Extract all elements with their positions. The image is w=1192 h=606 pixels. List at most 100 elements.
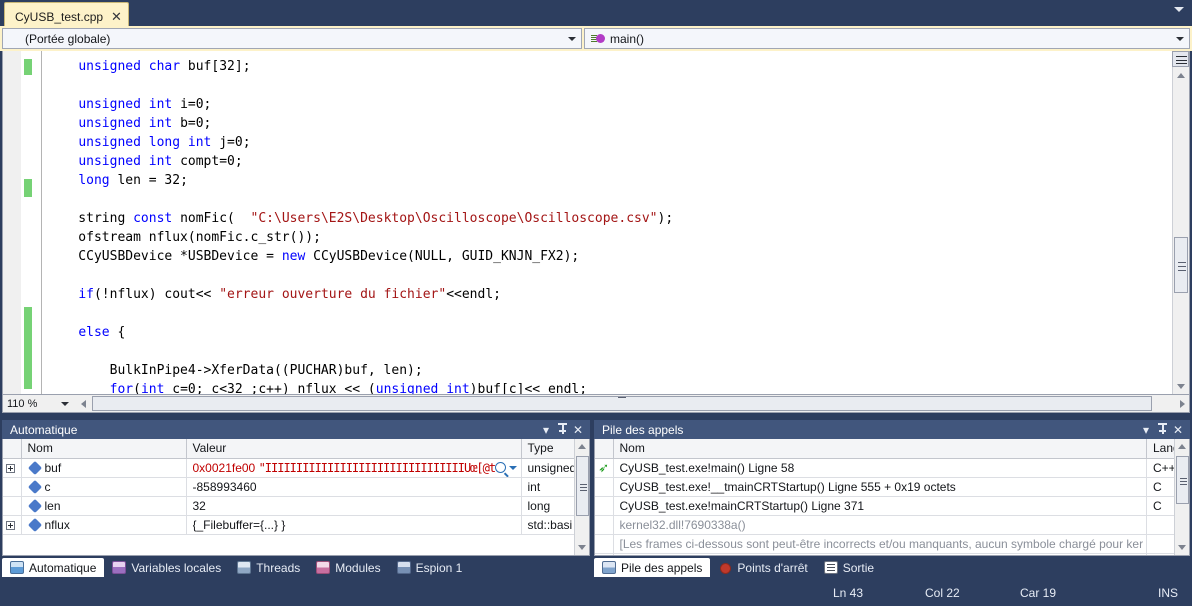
close-icon[interactable]: ✕ [1170, 423, 1186, 437]
table-row[interactable]: nflux {_Filebuffer={...} } std::basi [3, 515, 589, 535]
code-line: long len = 32; [78, 173, 188, 188]
callstack-panel: Pile des appels ▾ ✕ Nom Lang ➶ CyUSB_test… [594, 420, 1190, 556]
close-icon[interactable]: ✕ [111, 10, 122, 23]
scrollbar-thumb[interactable] [92, 396, 1152, 411]
autos-header-value[interactable]: Valeur [186, 439, 522, 459]
tool-tab-label: Pile des appels [621, 560, 703, 575]
editor-horizontal-scrollbar[interactable] [92, 396, 1174, 411]
zoom-level-label: 110 % [7, 397, 38, 410]
stack-frame-name[interactable]: CyUSB_test.exe!__tmainCRTStartup() Ligne… [613, 477, 1147, 497]
code-line: unsigned char buf[32]; [78, 59, 251, 74]
tool-tab-sortie[interactable]: Sortie [816, 558, 882, 577]
code-line: unsigned int b=0; [78, 116, 212, 131]
change-bar-marker [24, 307, 32, 389]
variable-value-cell[interactable]: {_Filebuffer={...} } [186, 515, 522, 535]
code-editor[interactable]: ➶ unsigned char buf[32]; unsigned int i=… [2, 51, 1190, 395]
chevron-down-icon[interactable]: ▾ [538, 423, 554, 437]
close-icon[interactable]: ✕ [570, 423, 586, 437]
row-spacer [595, 477, 614, 497]
tool-tab-variables-locales[interactable]: Variables locales [104, 558, 229, 577]
callstack-header-name[interactable]: Nom [613, 439, 1147, 459]
scroll-down-icon[interactable] [1178, 545, 1186, 550]
row-spacer [595, 534, 614, 554]
autos-header-spacer [3, 439, 22, 459]
scroll-up-icon[interactable] [578, 444, 586, 449]
table-row[interactable]: CyUSB_test.exe!__tmainCRTStartup() Ligne… [595, 477, 1189, 497]
tool-tab-pile-des-appels[interactable]: Pile des appels [594, 558, 711, 577]
stack-frame-name[interactable]: ntdll.dll!77000f72() [613, 553, 1147, 555]
variable-value: 32 [192, 498, 206, 513]
tool-tab-label: Automatique [29, 560, 97, 575]
chevron-down-icon[interactable] [1174, 7, 1184, 12]
margin-separator [41, 51, 42, 394]
table-row[interactable]: ➶ CyUSB_test.exe!main() Ligne 58 C++ [595, 458, 1189, 478]
code-line: unsigned long int j=0; [78, 135, 251, 150]
table-row[interactable]: CyUSB_test.exe!mainCRTStartup() Ligne 37… [595, 496, 1189, 516]
status-bar: Ln 43 Col 22 Car 19 INS [0, 580, 1192, 606]
variable-value-cell[interactable]: -858993460 [186, 477, 522, 497]
variable-name-cell[interactable]: len [21, 496, 187, 516]
tool-tab-modules[interactable]: Modules [308, 558, 388, 577]
member-dropdown[interactable]: main() [584, 28, 1190, 49]
table-row[interactable]: ntdll.dll!77000f72() [595, 553, 1189, 555]
row-spacer [3, 496, 22, 516]
scroll-up-icon[interactable] [1178, 444, 1186, 449]
scroll-left-icon[interactable] [77, 396, 92, 411]
stack-frame-name[interactable]: [Les frames ci-dessous sont peut-être in… [613, 534, 1147, 554]
callstack-grid[interactable]: Nom Lang ➶ CyUSB_test.exe!main() Ligne 58… [594, 439, 1190, 556]
code-line: unsigned int i=0; [78, 97, 212, 112]
breakpoint-gutter[interactable] [3, 51, 21, 394]
chevron-down-icon[interactable] [508, 465, 517, 470]
table-row[interactable]: len 32 long [3, 496, 589, 516]
document-tab-cyusb-test[interactable]: CyUSB_test.cpp ✕ [4, 2, 129, 26]
locals-icon [112, 561, 127, 574]
variable-name-cell[interactable]: c [21, 477, 187, 497]
variable-name-cell[interactable]: nflux [21, 515, 187, 535]
expand-toggle[interactable] [3, 458, 22, 478]
callstack-header-spacer [595, 439, 614, 459]
stack-frame-name[interactable]: CyUSB_test.exe!mainCRTStartup() Ligne 37… [613, 496, 1147, 516]
scrollbar-thumb[interactable] [1174, 237, 1188, 293]
scroll-up-icon[interactable] [1177, 73, 1185, 78]
table-row[interactable]: c -858993460 int [3, 477, 589, 497]
expand-toggle[interactable] [3, 515, 22, 535]
tool-tab-threads[interactable]: Threads [229, 558, 308, 577]
split-view-button[interactable] [1172, 51, 1189, 67]
pin-icon[interactable] [1154, 422, 1170, 437]
zoom-level-dropdown[interactable]: 110 % [3, 396, 77, 412]
code-line: if(!nflux) cout<< "erreur ouverture du f… [78, 287, 501, 302]
scrollbar-thumb[interactable] [1176, 456, 1189, 504]
tool-tab-automatique[interactable]: Automatique [2, 558, 105, 577]
table-row[interactable]: buf 0x0021fe00 "IIIIIIIIIIIIIIIIIIIIIIIII… [3, 458, 589, 478]
variable-name: c [44, 479, 51, 494]
watch-icon [396, 561, 411, 574]
scroll-down-icon[interactable] [1177, 384, 1185, 389]
editor-vertical-scrollbar[interactable] [1172, 51, 1189, 394]
autos-grid[interactable]: Nom Valeur Type buf 0x0021fe00 "IIIIIIIII… [2, 439, 590, 556]
scroll-down-icon[interactable] [578, 545, 586, 550]
stack-frame-name[interactable]: CyUSB_test.exe!main() Ligne 58 [613, 458, 1147, 478]
tool-tab-espion-1[interactable]: Espion 1 [389, 558, 471, 577]
variable-name-cell[interactable]: buf [21, 458, 187, 478]
variable-value-cell[interactable]: 32 [186, 496, 522, 516]
magnifier-icon[interactable] [494, 462, 509, 476]
chevron-down-icon[interactable]: ▾ [1138, 423, 1154, 437]
stack-frame-name[interactable]: kernel32.dll!7690338a() [613, 515, 1147, 535]
table-row[interactable]: [Les frames ci-dessous sont peut-être in… [595, 534, 1189, 554]
code-line: unsigned int compt=0; [78, 154, 243, 169]
scroll-right-icon[interactable] [1174, 396, 1189, 411]
autos-panel: Automatique ▾ ✕ Nom Valeur Type buf 0x002… [2, 420, 590, 556]
tool-tab-points-d-arr-t[interactable]: Points d'arrêt [710, 558, 815, 577]
autos-vertical-scrollbar[interactable] [574, 439, 589, 555]
table-row[interactable]: kernel32.dll!7690338a() [595, 515, 1189, 535]
callstack-vertical-scrollbar[interactable] [1174, 439, 1189, 555]
scrollbar-thumb[interactable] [576, 456, 589, 516]
autos-header-name[interactable]: Nom [21, 439, 187, 459]
pin-icon[interactable] [554, 422, 570, 437]
tool-tab-label: Points d'arrêt [737, 560, 808, 575]
table-header-row: Nom Lang [595, 439, 1189, 459]
variable-value-cell[interactable]: 0x0021fe00 "IIIIIIIIIIIIIIIIIIIIIIIIIIII… [186, 458, 522, 478]
scope-dropdown[interactable]: (Portée globale) [2, 28, 582, 49]
code-text[interactable]: unsigned char buf[32]; unsigned int i=0;… [47, 57, 1155, 394]
